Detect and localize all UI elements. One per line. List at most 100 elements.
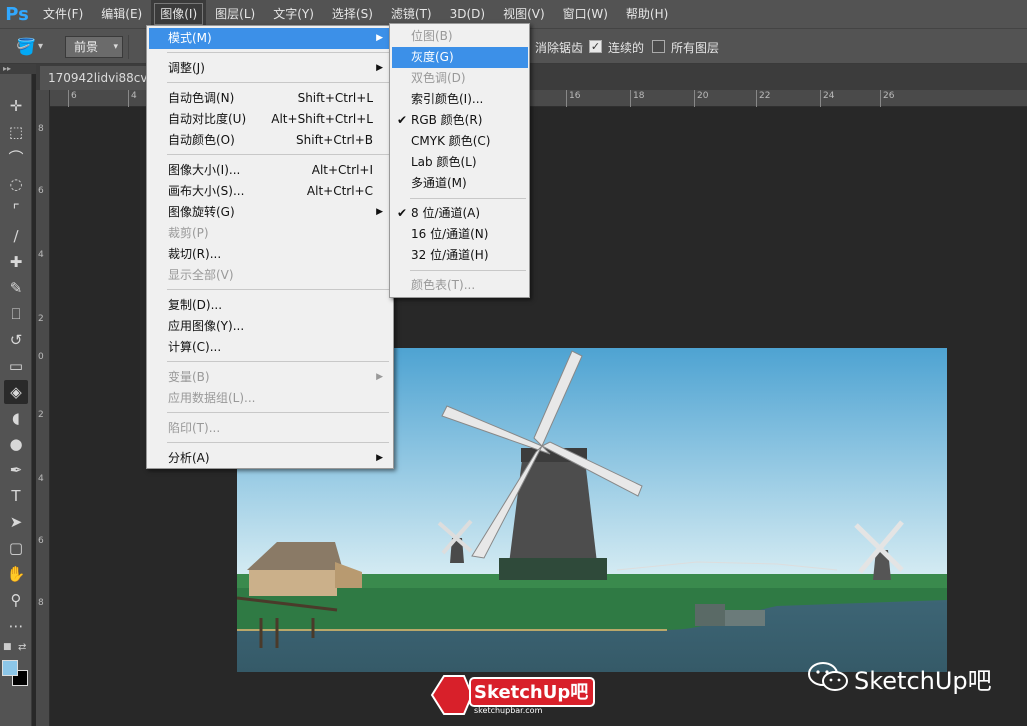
image-menu-item[interactable]: 分析(A) ▶ bbox=[149, 448, 391, 469]
ruler-tick-label: 6 bbox=[38, 186, 44, 196]
stamp-icon[interactable]: ⎕ bbox=[4, 302, 28, 326]
paint-bucket-icon[interactable]: 🪣 bbox=[16, 37, 36, 57]
brush-icon[interactable]: ✎ bbox=[4, 276, 28, 300]
sketchupbar-watermark-logo: SketchUp吧 sketchupbar.com bbox=[430, 672, 596, 718]
menu-0[interactable]: 文件(F) bbox=[34, 0, 92, 28]
panel-collapse-strip[interactable]: ▸▸ bbox=[0, 64, 36, 74]
quick-select-icon[interactable]: ◌ bbox=[4, 172, 28, 196]
hand-icon[interactable]: ✋ bbox=[4, 562, 28, 586]
menu-3[interactable]: 图层(L) bbox=[206, 0, 264, 28]
mode-menu-item[interactable]: CMYK 颜色(C) bbox=[392, 131, 528, 152]
eyedropper-icon[interactable]: ∕ bbox=[4, 224, 28, 248]
history-brush-icon[interactable]: ↺ bbox=[4, 328, 28, 352]
image-menu-dropdown: 模式(M) ▶ 调整(J) ▶ 自动色调(N) Shift+Ctrl+L 自动对比度(U) A… bbox=[146, 25, 394, 469]
ruler-tick-label: 24 bbox=[820, 90, 834, 107]
ruler-tick-label: 2 bbox=[38, 410, 44, 420]
paint-bucket-icon[interactable]: ◈ bbox=[4, 380, 28, 404]
swap-colors-icon[interactable]: ⇄ bbox=[18, 642, 26, 653]
chevron-down-icon[interactable]: ▾ bbox=[38, 37, 43, 57]
image-menu-item[interactable]: 应用图像(Y)... bbox=[149, 316, 391, 337]
mode-menu-item[interactable]: ✔ RGB 颜色(R) bbox=[392, 110, 528, 131]
ruler-tick-label: 4 bbox=[38, 474, 44, 484]
fill-source-select[interactable]: 前景 ▾ bbox=[65, 36, 123, 58]
shape-icon[interactable]: ▢ bbox=[4, 536, 28, 560]
menu-1[interactable]: 编辑(E) bbox=[92, 0, 151, 28]
menu-item-label: CMYK 颜色(C) bbox=[411, 134, 491, 148]
image-menu-item[interactable]: 复制(D)... bbox=[149, 295, 391, 316]
menu-separator bbox=[410, 198, 526, 199]
menu-2[interactable]: 图像(I) bbox=[151, 0, 207, 28]
foreground-color-swatch[interactable] bbox=[2, 660, 18, 676]
watermark-brand-text: SketchUp吧 bbox=[854, 667, 992, 695]
image-menu-item[interactable]: 自动颜色(O) Shift+Ctrl+B bbox=[149, 130, 391, 151]
image-menu-item: 应用数据组(L)... bbox=[149, 388, 391, 409]
image-menu-item[interactable]: 计算(C)... bbox=[149, 337, 391, 358]
document-tab[interactable]: 170942lidvi88cvd bbox=[40, 66, 150, 90]
contiguous-label: 连续的 bbox=[608, 41, 645, 55]
all-layers-checkbox[interactable] bbox=[652, 40, 665, 53]
menu-item-label: 32 位/通道(H) bbox=[411, 248, 489, 262]
ruler-tick-label: 2 bbox=[38, 314, 44, 324]
mode-menu-item[interactable]: Lab 颜色(L) bbox=[392, 152, 528, 173]
image-menu-item[interactable]: 自动对比度(U) Alt+Shift+Ctrl+L bbox=[149, 109, 391, 130]
ruler-tick-label: 8 bbox=[38, 598, 44, 608]
menu-item-label: Lab 颜色(L) bbox=[411, 155, 477, 169]
ruler-tick-label: 4 bbox=[128, 90, 137, 107]
menu-9[interactable]: 窗口(W) bbox=[554, 0, 617, 28]
image-menu-item[interactable]: 自动色调(N) Shift+Ctrl+L bbox=[149, 88, 391, 109]
image-menu-item[interactable]: 裁切(R)... bbox=[149, 244, 391, 265]
contiguous-checkbox[interactable]: ✓ bbox=[589, 40, 602, 53]
healing-icon[interactable]: ✚ bbox=[4, 250, 28, 274]
menu-separator bbox=[410, 270, 526, 271]
image-menu-item: 变量(B) ▶ bbox=[149, 367, 391, 388]
menu-4[interactable]: 文字(Y) bbox=[264, 0, 323, 28]
menu-item-label: 灰度(G) bbox=[411, 50, 454, 64]
menu-item-label: 画布大小(S)... bbox=[168, 184, 245, 198]
pen-icon[interactable]: ✒ bbox=[4, 458, 28, 482]
more-icon[interactable]: ⋯ bbox=[4, 614, 28, 638]
image-menu-item[interactable]: 图像大小(I)... Alt+Ctrl+I bbox=[149, 160, 391, 181]
image-menu-item[interactable]: 画布大小(S)... Alt+Ctrl+C bbox=[149, 181, 391, 202]
path-select-icon[interactable]: ➤ bbox=[4, 510, 28, 534]
mode-menu-item[interactable]: 多通道(M) bbox=[392, 173, 528, 194]
menu-10[interactable]: 帮助(H) bbox=[617, 0, 677, 28]
menu-item-label: 调整(J) bbox=[168, 61, 205, 75]
ruler-tick-label: 6 bbox=[68, 90, 77, 107]
submenu-arrow-icon: ▶ bbox=[376, 33, 383, 43]
image-menu-item[interactable]: 模式(M) ▶ bbox=[149, 28, 391, 49]
menu-separator bbox=[167, 154, 389, 155]
marquee-icon[interactable]: ⬚ bbox=[4, 120, 28, 144]
dodge-icon[interactable]: ● bbox=[4, 432, 28, 456]
mode-menu-item[interactable]: 灰度(G) bbox=[392, 47, 528, 68]
menu-item-label: 应用数据组(L)... bbox=[168, 391, 256, 405]
menu-item-shortcut: Alt+Ctrl+I bbox=[311, 163, 373, 177]
menu-item-shortcut: Alt+Shift+Ctrl+L bbox=[271, 112, 373, 126]
mode-menu-item[interactable]: 32 位/通道(H) bbox=[392, 245, 528, 266]
menu-item-label: 自动颜色(O) bbox=[168, 133, 235, 147]
blur-icon[interactable]: ◖ bbox=[4, 406, 28, 430]
watermark-url-text: sketchupbar.com bbox=[474, 706, 543, 715]
move-icon[interactable]: ✛ bbox=[4, 94, 28, 118]
type-icon[interactable]: T bbox=[4, 484, 28, 508]
menu-separator bbox=[167, 82, 389, 83]
ruler-tick-label: 26 bbox=[880, 90, 894, 107]
all-layers-label: 所有图层 bbox=[671, 41, 720, 55]
tools-panel: ✛ ⬚ ⌒ ◌ ⌜ ∕ ✚ ✎ ⎕ ↺ ▭ ◈ ◖ ● ✒ T ➤ ▢ ✋ ⚲ ⋯ ■ ⇄ bbox=[0, 74, 32, 726]
zoom-icon[interactable]: ⚲ bbox=[4, 588, 28, 612]
mode-menu-item[interactable]: 16 位/通道(N) bbox=[392, 224, 528, 245]
submenu-arrow-icon: ▶ bbox=[376, 63, 383, 73]
image-menu-item[interactable]: 图像旋转(G) ▶ bbox=[149, 202, 391, 223]
mode-menu-item[interactable]: 索引颜色(I)... bbox=[392, 89, 528, 110]
menu-5[interactable]: 选择(S) bbox=[323, 0, 382, 28]
submenu-arrow-icon: ▶ bbox=[376, 207, 383, 217]
menu-item-shortcut: Shift+Ctrl+B bbox=[296, 133, 373, 147]
menu-item-label: 裁剪(P) bbox=[168, 226, 209, 240]
eraser-icon[interactable]: ▭ bbox=[4, 354, 28, 378]
vertical-ruler[interactable]: 8 6 4 2 0 2 4 6 8 bbox=[36, 90, 50, 726]
crop-icon[interactable]: ⌜ bbox=[4, 198, 28, 222]
default-colors-icon[interactable]: ■ bbox=[3, 642, 12, 652]
mode-menu-item[interactable]: ✔ 8 位/通道(A) bbox=[392, 203, 528, 224]
lasso-icon[interactable]: ⌒ bbox=[4, 146, 28, 170]
chevron-down-icon: ▾ bbox=[113, 42, 118, 52]
image-menu-item[interactable]: 调整(J) ▶ bbox=[149, 58, 391, 79]
